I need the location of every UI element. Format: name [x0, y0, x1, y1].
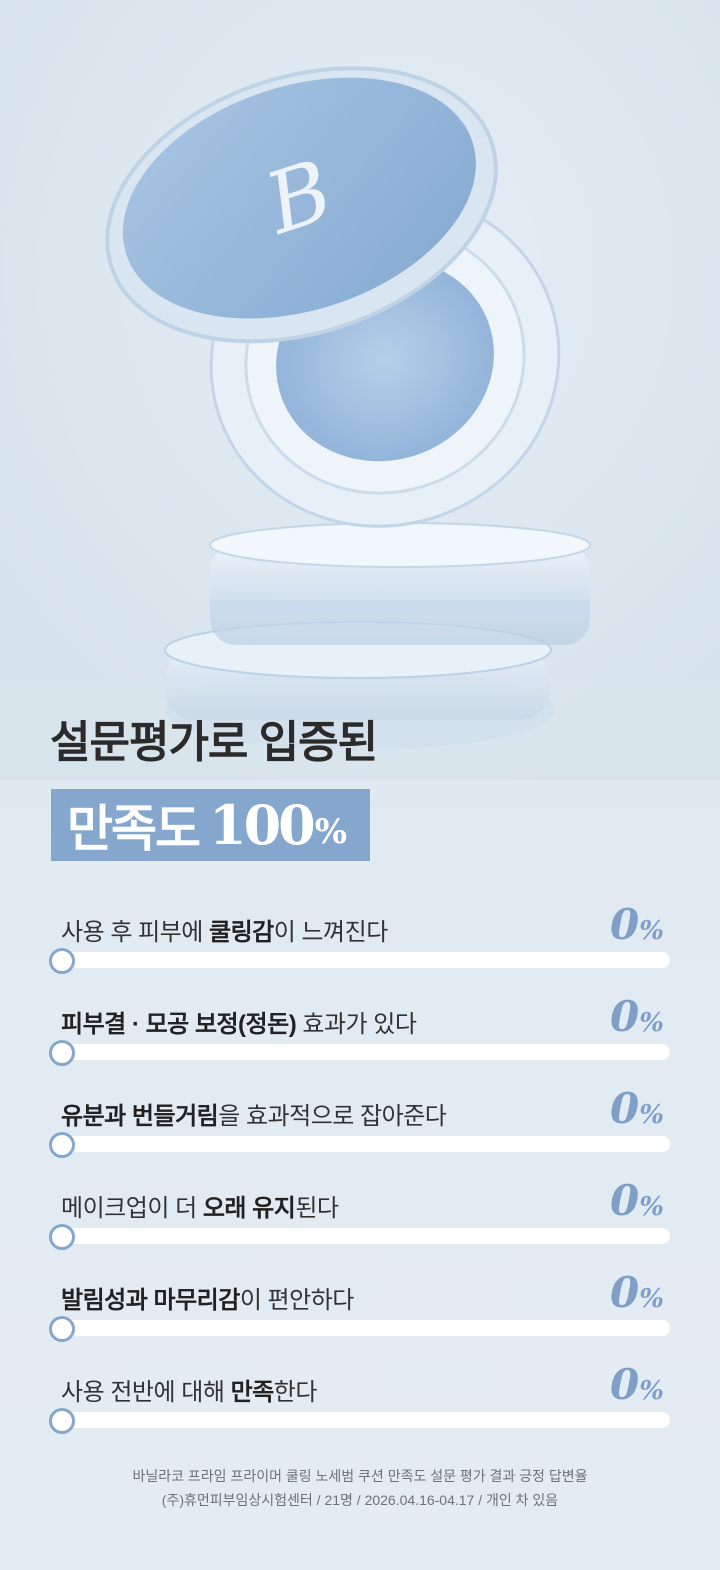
value-number: 0 — [610, 900, 640, 949]
statement-text: 메이크업이 더 — [61, 1195, 203, 1222]
product-hero-image: B — [0, 0, 720, 780]
badge-unit: % — [314, 812, 348, 852]
progress-track — [49, 1132, 670, 1158]
statement-emphasis: 유분과 번들거림 — [61, 1103, 219, 1130]
survey-item-value: 0% — [610, 1268, 664, 1317]
survey-item: 발림성과 마무리감이 편안하다 0% — [0, 1266, 720, 1358]
value-unit: % — [639, 1284, 664, 1314]
satisfaction-badge: 만족도 100 % — [51, 789, 370, 861]
progress-knob-icon — [49, 1316, 75, 1342]
value-unit: % — [639, 1100, 664, 1130]
statement-emphasis: 오래 유지 — [202, 1195, 296, 1222]
value-number: 0 — [610, 1360, 640, 1409]
statement-text: 이 편안하다 — [239, 1287, 355, 1314]
progress-track — [49, 948, 670, 974]
survey-item-statement: 메이크업이 더 오래 유지된다 — [61, 1188, 339, 1223]
progress-knob-icon — [49, 1040, 75, 1066]
survey-item-value: 0% — [610, 1360, 664, 1409]
value-number: 0 — [610, 1268, 640, 1317]
value-unit: % — [639, 1192, 664, 1222]
value-unit: % — [639, 1376, 664, 1406]
survey-item: 메이크업이 더 오래 유지된다 0% — [0, 1174, 720, 1266]
survey-item: 피부결 · 모공 보정(정돈) 효과가 있다 0% — [0, 990, 720, 1082]
survey-item: 사용 후 피부에 쿨링감이 느껴진다 0% — [0, 898, 720, 990]
survey-item-value: 0% — [610, 992, 664, 1041]
statement-emphasis: 피부결 · 모공 보정(정돈) — [61, 1011, 297, 1038]
value-unit: % — [639, 1008, 664, 1038]
headline: 설문평가로 입증된 — [50, 718, 378, 767]
progress-knob-icon — [49, 1224, 75, 1250]
statement-emphasis: 발림성과 마무리감 — [61, 1287, 240, 1314]
badge-label: 만족도 — [67, 801, 201, 857]
statement-emphasis: 쿨링감 — [208, 919, 274, 946]
survey-item-statement: 발림성과 마무리감이 편안하다 — [61, 1280, 354, 1315]
survey-item-value: 0% — [610, 900, 664, 949]
statement-text: 이 느껴진다 — [273, 919, 389, 946]
survey-item-statement: 피부결 · 모공 보정(정돈) 효과가 있다 — [61, 1004, 417, 1039]
survey-item-value: 0% — [610, 1084, 664, 1133]
statement-emphasis: 만족 — [230, 1379, 275, 1406]
statement-text: 된다 — [295, 1195, 339, 1222]
survey-item-statement: 유분과 번들거림을 효과적으로 잡아준다 — [61, 1096, 447, 1131]
value-number: 0 — [610, 1084, 640, 1133]
badge-number: 100 — [209, 793, 316, 857]
statement-text: 효과가 있다 — [296, 1011, 417, 1038]
statement-text: 을 효과적으로 잡아준다 — [218, 1103, 447, 1130]
progress-knob-icon — [49, 1132, 75, 1158]
survey-item-statement: 사용 후 피부에 쿨링감이 느껴진다 — [61, 912, 388, 947]
progress-track — [49, 1224, 670, 1250]
survey-item: 유분과 번들거림을 효과적으로 잡아준다 0% — [0, 1082, 720, 1174]
survey-item-value: 0% — [610, 1176, 664, 1225]
statement-text: 사용 전반에 대해 — [61, 1379, 231, 1406]
survey-item: 사용 전반에 대해 만족한다 0% — [0, 1358, 720, 1450]
value-unit: % — [639, 916, 664, 946]
value-number: 0 — [610, 992, 640, 1041]
progress-knob-icon — [49, 1408, 75, 1434]
footnote-line-2: (주)휴먼피부임상시험센터 / 21명 / 2026.04.16-04.17 /… — [161, 1492, 559, 1508]
progress-knob-icon — [49, 948, 75, 974]
statement-text: 사용 후 피부에 — [61, 919, 209, 946]
statement-text: 한다 — [273, 1379, 318, 1406]
progress-track — [49, 1316, 670, 1342]
survey-item-statement: 사용 전반에 대해 만족한다 — [61, 1372, 317, 1407]
progress-track — [49, 1040, 670, 1066]
value-number: 0 — [610, 1176, 640, 1225]
footnote-line-1: 바닐라코 프라임 프라이머 쿨링 노세범 쿠션 만족도 설문 평가 결과 긍정 … — [132, 1468, 588, 1484]
progress-track — [49, 1408, 670, 1434]
